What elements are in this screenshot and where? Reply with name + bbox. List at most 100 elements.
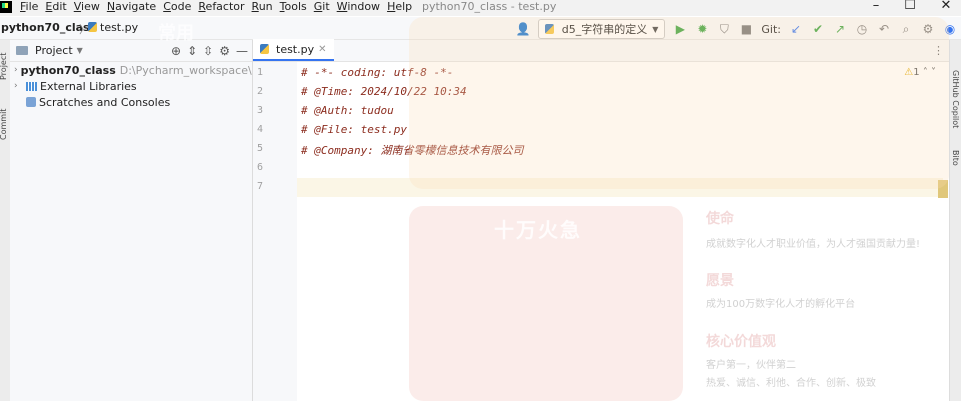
menu-navigate[interactable]: Navigate xyxy=(107,0,156,14)
menu-window[interactable]: Window xyxy=(337,0,380,14)
debug-icon[interactable]: ✹ xyxy=(695,22,709,36)
tree-item-scratches[interactable]: Scratches and Consoles xyxy=(10,94,252,110)
library-icon xyxy=(26,81,37,91)
editor-tab-bar: test.py ✕ ⋮ xyxy=(253,39,950,62)
close-tab-icon[interactable]: ✕ xyxy=(318,44,326,55)
project-panel-header: Project ▼ ⊕ ⇕ ⇳ ⚙ — xyxy=(10,40,252,62)
collapse-all-icon[interactable]: ⇳ xyxy=(203,44,213,58)
menu-run[interactable]: Run xyxy=(252,0,273,14)
bito-tool-button[interactable]: Bito xyxy=(951,150,960,166)
project-panel: Project ▼ ⊕ ⇕ ⇳ ⚙ — › python70_class D:\… xyxy=(10,40,253,401)
menu-tools[interactable]: Tools xyxy=(280,0,307,14)
project-panel-title[interactable]: Project xyxy=(35,44,73,57)
git-commit-icon[interactable]: ✔ xyxy=(811,22,825,36)
python-file-icon xyxy=(88,22,97,32)
inspection-widget[interactable]: ⚠1 ˄ ˅ xyxy=(904,67,936,78)
tab-label: test.py xyxy=(276,42,315,56)
expand-all-icon[interactable]: ⇕ xyxy=(187,44,197,58)
overlay-card-title: 十万火急 xyxy=(494,218,582,242)
overlay-text: 客户第一，伙伴第二 xyxy=(706,360,796,371)
locate-icon[interactable]: ⊕ xyxy=(171,44,181,58)
overlay-text: 成为100万数字化人才的孵化平台 xyxy=(706,299,856,310)
tree-item-label: External Libraries xyxy=(40,79,137,93)
code-line[interactable]: # @Company: 湖南省零檬信息技术有限公司 xyxy=(301,142,523,158)
line-number: 2 xyxy=(257,86,264,97)
python-config-icon xyxy=(544,24,554,34)
stop-icon[interactable]: ■ xyxy=(739,22,753,36)
overlay-heading: 核心价值观 xyxy=(706,334,776,350)
plugin-icon[interactable]: ◉ xyxy=(943,22,957,36)
history-icon[interactable]: ◷ xyxy=(855,22,869,36)
tree-item-label: Scratches and Consoles xyxy=(39,95,171,109)
right-tool-strip: GitHub Copilot Bito xyxy=(949,40,961,401)
gear-icon[interactable]: ⚙ xyxy=(921,22,935,36)
menu-git[interactable]: Git xyxy=(314,0,330,14)
menu-help[interactable]: Help xyxy=(387,0,412,14)
menu-bar: File Edit View Navigate Code Refactor Ru… xyxy=(20,0,419,14)
user-icon[interactable]: 👤 xyxy=(516,22,531,36)
overlay-text: 热爱、诚信、利他、合作、创新、极致 xyxy=(706,378,876,389)
project-tool-button[interactable]: Project xyxy=(0,53,8,80)
menu-refactor[interactable]: Refactor xyxy=(198,0,244,14)
line-number: 4 xyxy=(257,124,264,135)
scrollbar-marker[interactable] xyxy=(938,180,948,198)
close-button[interactable]: ✕ xyxy=(938,0,954,14)
maximize-button[interactable]: ☐ xyxy=(902,0,918,14)
gear-icon[interactable]: ⚙ xyxy=(219,44,230,58)
menu-file[interactable]: File xyxy=(20,0,38,14)
scratch-icon xyxy=(26,97,36,107)
run-config-label: d5_字符串的定义 xyxy=(561,23,648,36)
line-number: 5 xyxy=(257,143,264,154)
more-icon[interactable]: ⋮ xyxy=(933,44,944,57)
chevron-down-icon[interactable]: ▼ xyxy=(77,46,83,55)
line-number: 3 xyxy=(257,105,264,116)
tree-item-label: python70_class xyxy=(20,63,116,77)
breadcrumb-file-label: test.py xyxy=(100,21,139,34)
menu-code[interactable]: Code xyxy=(163,0,191,14)
code-line[interactable]: # @Auth: tudou xyxy=(301,104,394,117)
line-number: 7 xyxy=(257,181,264,192)
git-push-icon[interactable]: ↗ xyxy=(833,22,847,36)
run-config-select[interactable]: d5_字符串的定义 ▼ xyxy=(537,19,666,39)
overlay-heading: 愿景 xyxy=(706,273,734,289)
pycharm-logo-icon xyxy=(0,1,12,13)
commit-tool-button[interactable]: Commit xyxy=(0,109,8,140)
chevron-down-icon: ▼ xyxy=(652,24,659,34)
menu-view[interactable]: View xyxy=(74,0,100,14)
code-line[interactable]: # -*- coding: utf-8 -*- xyxy=(301,66,453,79)
project-panel-tools: ⊕ ⇕ ⇳ ⚙ — xyxy=(171,44,252,58)
rollback-icon[interactable]: ↶ xyxy=(877,22,891,36)
warning-icon: ⚠ xyxy=(904,67,914,78)
line-number: 1 xyxy=(257,67,264,78)
code-line[interactable]: # @File: test.py xyxy=(301,123,407,136)
git-label: Git: xyxy=(761,22,781,36)
chevron-right-icon[interactable]: › xyxy=(14,81,26,91)
menu-edit[interactable]: Edit xyxy=(45,0,66,14)
hide-icon[interactable]: — xyxy=(236,44,248,58)
current-line-highlight xyxy=(253,178,943,197)
warning-count: 1 xyxy=(913,67,920,78)
git-update-icon[interactable]: ↙ xyxy=(789,22,803,36)
coverage-icon[interactable]: ⛉ xyxy=(717,22,731,36)
editor-area: test.py ✕ ⋮ 1 2 3 4 5 6 7 # -*- coding: … xyxy=(253,39,950,401)
tab-test-py[interactable]: test.py ✕ xyxy=(253,39,334,61)
python-file-icon xyxy=(260,44,269,54)
code-line[interactable]: # @Time: 2024/10/22 10:34 xyxy=(301,85,467,98)
tree-item-project[interactable]: › python70_class D:\Pycharm_workspace\py… xyxy=(10,62,252,78)
github-copilot-tool-button[interactable]: GitHub Copilot xyxy=(951,70,960,128)
run-icon[interactable]: ▶ xyxy=(673,22,687,36)
overlay-text: 成就数字化人才职业价值，为人才强国贡献力量! xyxy=(706,239,921,250)
minimize-button[interactable]: – xyxy=(868,0,884,14)
project-folder-icon xyxy=(16,46,28,55)
window-title: python70_class - test.py xyxy=(422,0,557,13)
overlay-heading: 使命 xyxy=(706,211,734,227)
navigation-bar: python70_class 〉 test.py 👤 d5_字符串的定义 ▼ ▶… xyxy=(0,17,961,40)
search-icon[interactable]: ⌕ xyxy=(899,22,913,36)
line-number: 6 xyxy=(257,162,264,173)
breadcrumb-file[interactable]: test.py xyxy=(88,21,138,34)
chevron-right-icon[interactable]: › xyxy=(14,65,18,75)
tree-item-external-libraries[interactable]: › External Libraries xyxy=(10,78,252,94)
toolbar-right: 👤 d5_字符串的定义 ▼ ▶ ✹ ⛉ ■ Git: ↙ ✔ ↗ ◷ ↶ ⌕ ⚙… xyxy=(516,19,957,39)
overlay-top-word: 常用 xyxy=(158,23,194,44)
tree-item-path: D:\Pycharm_workspace\pyth xyxy=(119,63,252,77)
